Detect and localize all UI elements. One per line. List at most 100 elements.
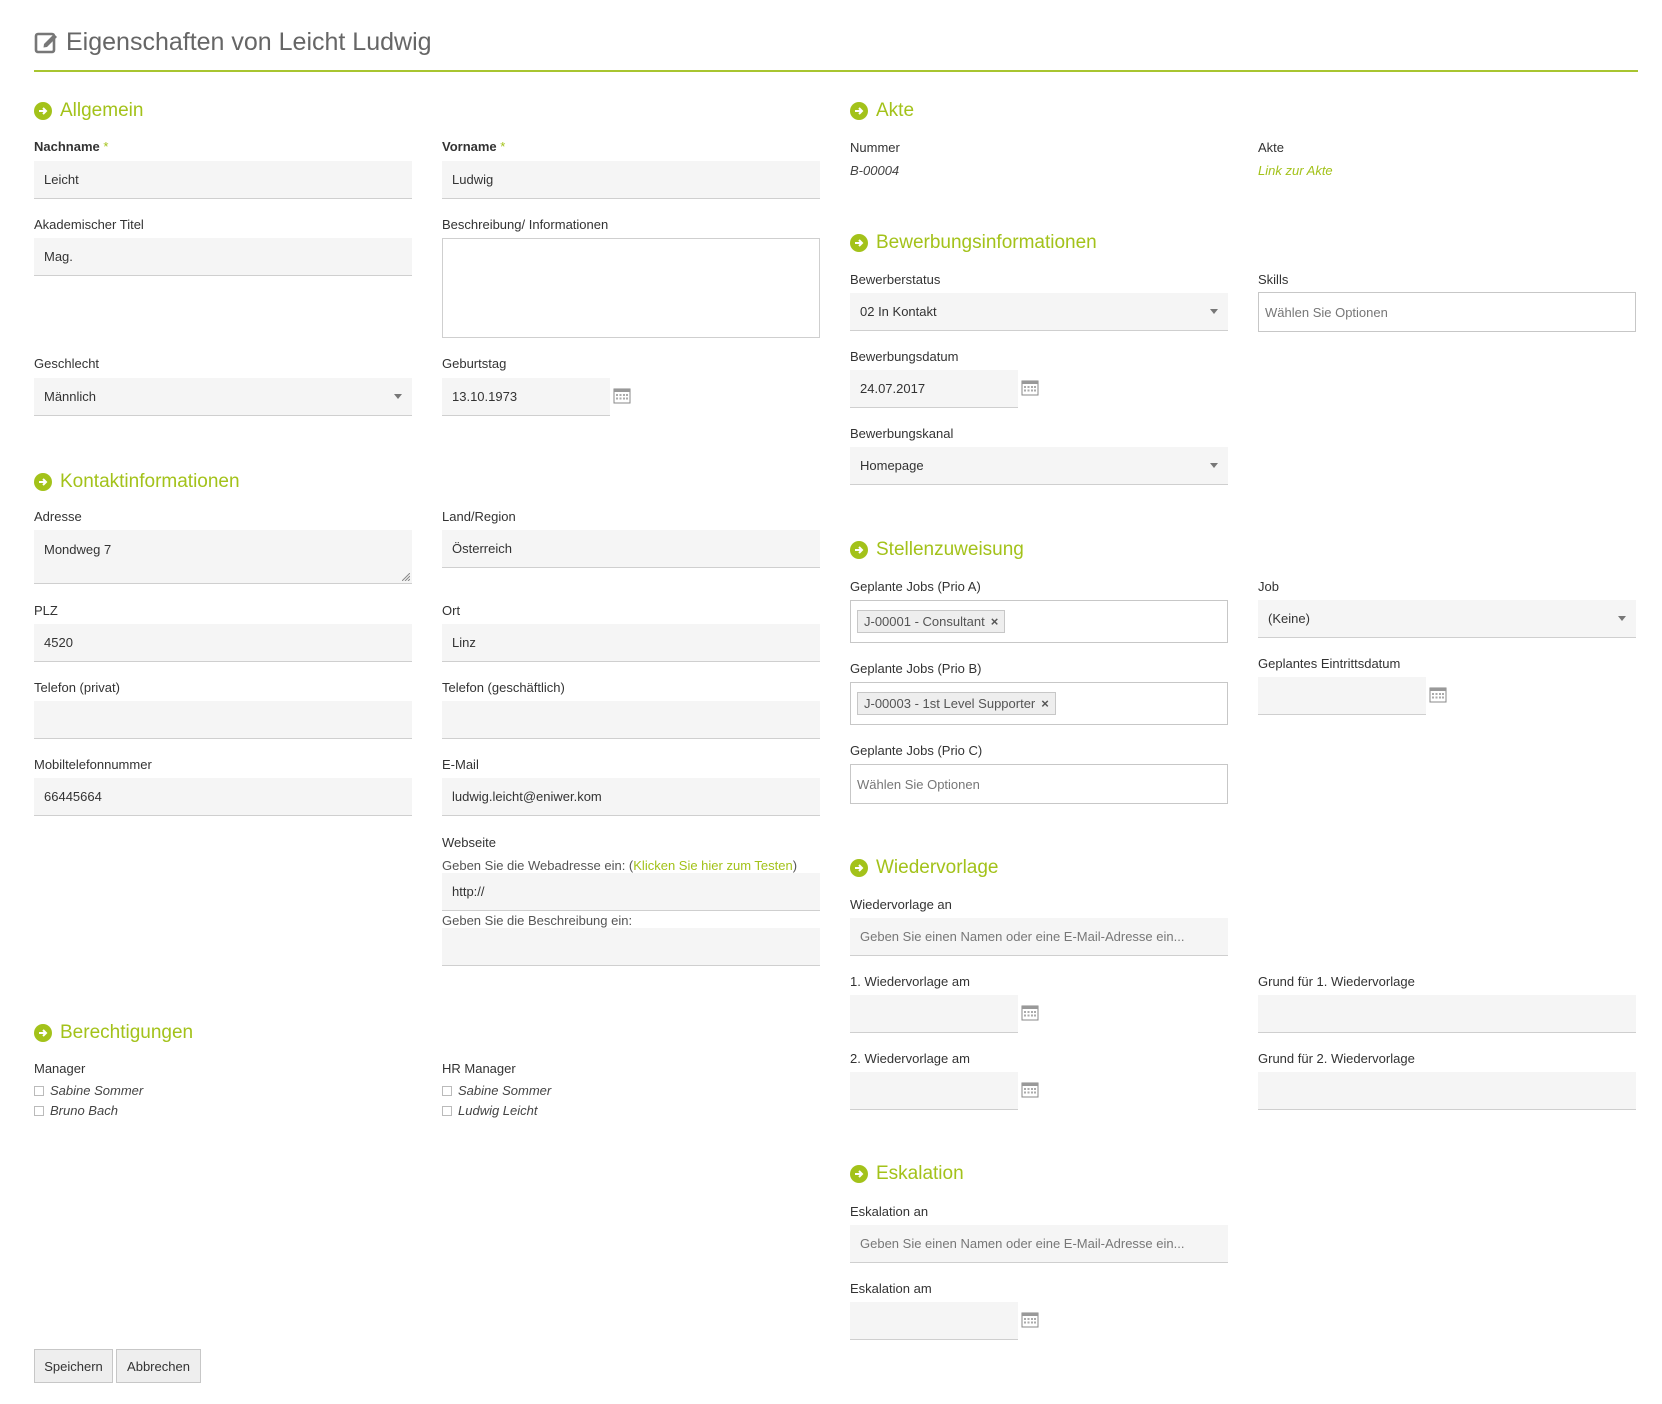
section-title: Wiedervorlage: [876, 857, 999, 878]
manager-option[interactable]: Bruno Bach: [34, 1103, 118, 1118]
wiedervorlage-an-label: Wiedervorlage an: [850, 897, 952, 912]
grund2-label: Grund für 2. Wiedervorlage: [1258, 1051, 1415, 1066]
wv1-label: 1. Wiedervorlage am: [850, 974, 970, 989]
calendar-icon[interactable]: [1429, 687, 1447, 703]
prio-b-label: Geplante Jobs (Prio B): [850, 661, 982, 676]
arrow-right-circle-icon: [850, 1165, 868, 1183]
section-kontakt: Kontaktinformationen: [34, 471, 240, 493]
prio-c-label: Geplante Jobs (Prio C): [850, 743, 983, 758]
grund2-field[interactable]: [1258, 1072, 1636, 1110]
mobil-field[interactable]: 66445664: [34, 778, 412, 816]
save-button[interactable]: Speichern: [34, 1349, 113, 1383]
job-select[interactable]: (Keine): [1258, 600, 1636, 638]
eskalation-an-field[interactable]: Geben Sie einen Namen oder eine E-Mail-A…: [850, 1225, 1228, 1263]
land-field[interactable]: Österreich: [442, 530, 820, 568]
land-label: Land/Region: [442, 509, 516, 524]
ort-field[interactable]: Linz: [442, 624, 820, 662]
bewerbungskanal-select[interactable]: Homepage: [850, 447, 1228, 485]
hr-manager-option[interactable]: Sabine Sommer: [442, 1083, 551, 1098]
akte-label: Akte: [1258, 140, 1285, 155]
checkbox[interactable]: [442, 1105, 452, 1116]
bewerbungsdatum-field[interactable]: 24.07.2017: [850, 370, 1018, 408]
tel-privat-field[interactable]: [34, 701, 412, 739]
arrow-right-circle-icon: [34, 473, 52, 491]
selected-tag: J-00003 - 1st Level Supporter ×: [857, 692, 1056, 715]
section-title: Bewerbungsinformationen: [876, 232, 1097, 253]
email-field[interactable]: ludwig.leicht@eniwer.kom: [442, 778, 820, 816]
mobil-label: Mobiltelefonnummer: [34, 757, 152, 772]
prio-c-multiselect[interactable]: Wählen Sie Optionen: [850, 764, 1228, 804]
bewerbungsdatum-label: Bewerbungsdatum: [850, 349, 959, 364]
arrow-right-circle-icon: [850, 859, 868, 877]
calendar-icon[interactable]: [1021, 1082, 1039, 1098]
wiedervorlage-an-field[interactable]: Geben Sie einen Namen oder eine E-Mail-A…: [850, 918, 1228, 956]
akte-link[interactable]: Link zur Akte: [1258, 163, 1333, 178]
section-akte: Akte: [850, 100, 914, 122]
edit-icon: [34, 32, 57, 54]
geschlecht-select[interactable]: Männlich: [34, 378, 412, 416]
plz-field[interactable]: 4520: [34, 624, 412, 662]
section-berechtigungen: Berechtigungen: [34, 1022, 193, 1044]
calendar-icon[interactable]: [1021, 380, 1039, 396]
skills-multiselect[interactable]: Wählen Sie Optionen: [1258, 292, 1636, 332]
vorname-label: Vorname *: [442, 139, 506, 154]
vorname-field[interactable]: Ludwig: [442, 161, 820, 199]
bewerberstatus-select[interactable]: 02 In Kontakt: [850, 293, 1228, 331]
manager-label: Manager: [34, 1061, 86, 1076]
selected-tag: J-00001 - Consultant ×: [857, 610, 1006, 633]
webseite-url-field[interactable]: http://: [442, 873, 820, 911]
eskalation-an-label: Eskalation an: [850, 1204, 929, 1219]
prio-b-multiselect[interactable]: J-00003 - 1st Level Supporter ×: [850, 682, 1228, 725]
geburtstag-field[interactable]: 13.10.1973: [442, 378, 610, 416]
eintrittsdatum-field[interactable]: [1258, 677, 1426, 715]
cancel-button[interactable]: Abbrechen: [116, 1349, 201, 1383]
arrow-right-circle-icon: [34, 102, 52, 120]
section-title: Stellenzuweisung: [876, 539, 1024, 560]
eskalation-am-field[interactable]: [850, 1302, 1018, 1340]
checkbox[interactable]: [34, 1085, 44, 1096]
header-divider: [34, 70, 1638, 72]
geschlecht-label: Geschlecht: [34, 356, 100, 371]
nummer-label: Nummer: [850, 140, 900, 155]
arrow-right-circle-icon: [850, 541, 868, 559]
grund1-label: Grund für 1. Wiedervorlage: [1258, 974, 1415, 989]
webseite-desc-field[interactable]: [442, 928, 820, 966]
calendar-icon[interactable]: [1021, 1312, 1039, 1328]
resize-grip-icon[interactable]: [402, 573, 410, 581]
webseite-hint: Geben Sie die Webadresse ein: (Klicken S…: [442, 858, 798, 873]
calendar-icon[interactable]: [1021, 1005, 1039, 1021]
checkbox[interactable]: [34, 1105, 44, 1116]
section-wiedervorlage: Wiedervorlage: [850, 857, 999, 879]
webseite-label: Webseite: [442, 835, 496, 850]
nachname-label: Nachname *: [34, 139, 109, 154]
remove-tag-icon[interactable]: ×: [991, 614, 999, 629]
section-bewerbung: Bewerbungsinformationen: [850, 232, 1097, 254]
wv1-date-field[interactable]: [850, 995, 1018, 1033]
tel-privat-label: Telefon (privat): [34, 680, 120, 695]
section-title: Eskalation: [876, 1163, 964, 1184]
nachname-field[interactable]: Leicht: [34, 161, 412, 199]
tel-gesch-label: Telefon (geschäftlich): [442, 680, 565, 695]
section-allgemein: Allgemein: [34, 100, 143, 122]
bewerberstatus-label: Bewerberstatus: [850, 272, 941, 287]
titel-label: Akademischer Titel: [34, 217, 144, 232]
manager-option[interactable]: Sabine Sommer: [34, 1083, 143, 1098]
job-label: Job: [1258, 579, 1279, 594]
test-link[interactable]: Klicken Sie hier zum Testen: [633, 858, 792, 873]
remove-tag-icon[interactable]: ×: [1041, 696, 1049, 711]
prio-a-multiselect[interactable]: J-00001 - Consultant ×: [850, 600, 1228, 643]
wv2-date-field[interactable]: [850, 1072, 1018, 1110]
section-title: Allgemein: [60, 100, 144, 121]
titel-field[interactable]: Mag.: [34, 238, 412, 276]
hr-manager-option[interactable]: Ludwig Leicht: [442, 1103, 538, 1118]
arrow-right-circle-icon: [850, 102, 868, 120]
arrow-right-circle-icon: [34, 1024, 52, 1042]
checkbox[interactable]: [442, 1085, 452, 1096]
adresse-textarea[interactable]: Mondweg 7: [34, 530, 412, 584]
calendar-icon[interactable]: [613, 388, 631, 404]
grund1-field[interactable]: [1258, 995, 1636, 1033]
tel-gesch-field[interactable]: [442, 701, 820, 739]
beschreibung-textarea[interactable]: [442, 238, 820, 338]
arrow-right-circle-icon: [850, 234, 868, 252]
chevron-down-icon: [394, 394, 402, 399]
